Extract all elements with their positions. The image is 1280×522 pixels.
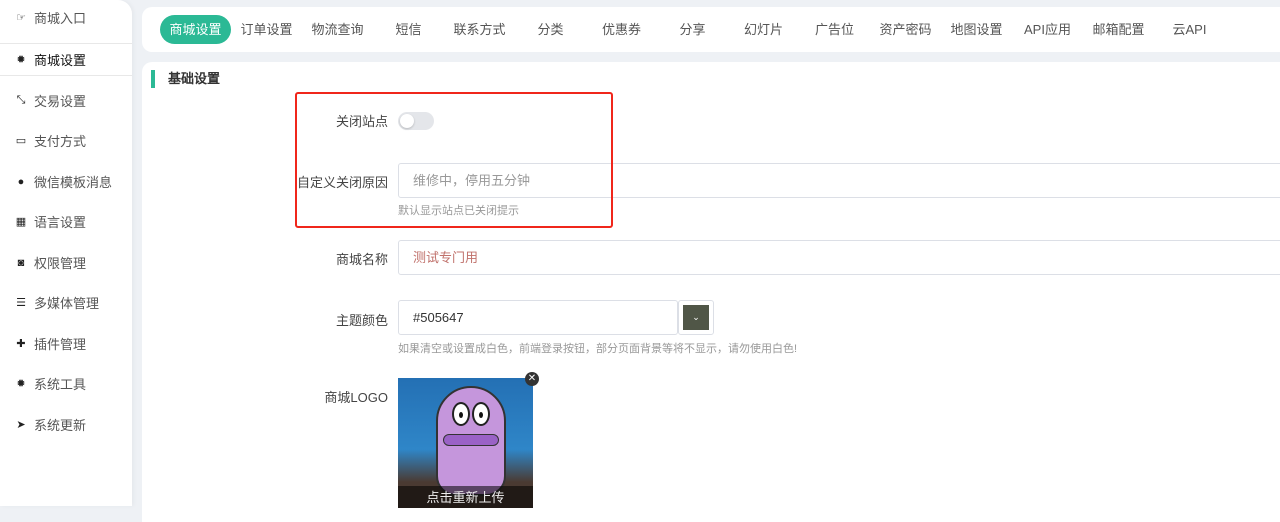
hand-point-icon: ☞ xyxy=(16,12,26,24)
close-icon[interactable]: ✕ xyxy=(525,372,539,386)
shop-name-input[interactable]: 测试专门用 xyxy=(398,240,1280,275)
tab-ads[interactable]: 广告位 xyxy=(799,15,870,44)
tab-api[interactable]: API应用 xyxy=(1012,15,1083,44)
logo-label: 商城LOGO xyxy=(324,390,388,405)
sidebar-item-shop-settings[interactable]: ✹ 商城设置 xyxy=(0,43,132,76)
language-icon: ▦ xyxy=(15,216,27,228)
tab-email[interactable]: 邮箱配置 xyxy=(1083,15,1154,44)
gamepad-icon: ◙ xyxy=(17,256,25,269)
tab-sms[interactable]: 短信 xyxy=(373,15,444,44)
sidebar-item-payment[interactable]: ▭ 支付方式 xyxy=(0,124,132,157)
gear-icon: ✹ xyxy=(16,54,26,66)
sidebar-item-language[interactable]: ▦ 语言设置 xyxy=(0,205,132,238)
tab-coupon[interactable]: 优惠券 xyxy=(586,15,657,44)
compress-icon: ⤡ xyxy=(16,94,26,106)
paper-plane-icon: ➤ xyxy=(16,419,26,431)
puzzle-icon: ✚ xyxy=(16,338,26,350)
wechat-icon: ● xyxy=(17,175,25,188)
theme-color-input[interactable]: #505647 xyxy=(398,300,678,335)
logo-image[interactable]: 点击重新上传 xyxy=(398,378,533,508)
theme-color-help: 如果清空或设置成白色，前端登录按钮，部分页面背景等将不显示，请勿使用白色! xyxy=(398,343,798,355)
close-site-label: 关闭站点 xyxy=(335,114,388,129)
logo-picture xyxy=(436,386,506,496)
sidebar-item-permissions[interactable]: ◙ 权限管理 xyxy=(0,246,132,279)
close-reason-help: 默认显示站点已关闭提示 xyxy=(398,205,519,217)
gear-icon: ✹ xyxy=(16,378,26,390)
sidebar-item-trade-settings[interactable]: ⤡ 交易设置 xyxy=(0,84,132,117)
section-title: 基础设置 xyxy=(151,70,220,88)
credit-card-icon: ▭ xyxy=(15,135,27,147)
color-picker-button[interactable]: ⌄ xyxy=(678,300,714,335)
sidebar-item-wechat-template[interactable]: ● 微信模板消息 xyxy=(0,165,132,198)
sidebar-item-system-tools[interactable]: ✹ 系统工具 xyxy=(0,367,132,400)
close-reason-input[interactable]: 维修中，停用五分钟 xyxy=(398,163,1280,198)
tab-shop-settings[interactable]: 商城设置 xyxy=(160,15,231,44)
tab-share[interactable]: 分享 xyxy=(657,15,728,44)
sidebar-item-plugins[interactable]: ✚ 插件管理 xyxy=(0,327,132,360)
sidebar-item-media[interactable]: ☰ 多媒体管理 xyxy=(0,286,132,319)
tab-cloud-api[interactable]: 云API xyxy=(1154,15,1225,44)
tab-category[interactable]: 分类 xyxy=(515,15,586,44)
sidebar: ☞ 商城入口 ✹ 商城设置 ⤡ 交易设置 ▭ 支付方式 ● 微信模板消息 ▦ 语言设置 ◙ 权… xyxy=(0,0,132,506)
close-reason-label: 自定义关闭原因 xyxy=(296,175,388,190)
sidebar-item-system-update[interactable]: ➤ 系统更新 xyxy=(0,408,132,441)
close-site-toggle[interactable] xyxy=(398,112,434,130)
tab-order-settings[interactable]: 订单设置 xyxy=(231,15,302,44)
theme-color-label: 主题颜色 xyxy=(335,313,388,328)
list-icon: ☰ xyxy=(16,297,26,309)
tab-slides[interactable]: 幻灯片 xyxy=(728,15,799,44)
tab-bar: 商城设置 订单设置 物流查询 短信 联系方式 分类 优惠券 分享 幻灯片 广告位… xyxy=(142,7,1280,52)
chevron-down-icon: ⌄ xyxy=(683,305,709,330)
reupload-label[interactable]: 点击重新上传 xyxy=(398,486,533,508)
sidebar-item-shop-entry[interactable]: ☞ 商城入口 xyxy=(0,1,132,34)
tab-asset-password[interactable]: 资产密码 xyxy=(870,15,941,44)
tab-contact[interactable]: 联系方式 xyxy=(444,15,515,44)
settings-panel: 基础设置 关闭站点 自定义关闭原因 维修中，停用五分钟 默认显示站点已关闭提示 … xyxy=(142,62,1280,522)
tab-map[interactable]: 地图设置 xyxy=(941,15,1012,44)
shop-name-label: 商城名称 xyxy=(335,252,388,267)
tab-logistics[interactable]: 物流查询 xyxy=(302,15,373,44)
